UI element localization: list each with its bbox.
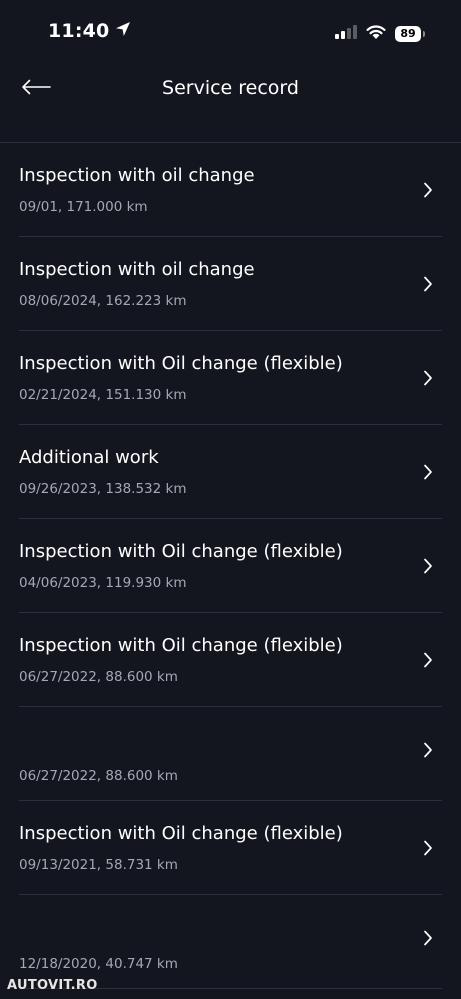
record-date-mileage: 06/27/2022, 88.600 km	[19, 768, 178, 784]
service-record-row[interactable]: Inspection with oil change 09/01, 171.00…	[0, 143, 461, 237]
chevron-right-icon	[423, 930, 433, 946]
chevron-right-icon	[423, 840, 433, 856]
record-date-mileage: 09/01, 171.000 km	[19, 199, 148, 215]
record-title: Inspection with Oil change (flexible)	[19, 541, 343, 562]
record-date-mileage: 09/13/2021, 58.731 km	[19, 857, 178, 873]
chevron-right-icon	[423, 558, 433, 574]
chevron-right-icon	[423, 276, 433, 292]
header: Service record	[0, 60, 461, 143]
record-title: Additional work	[19, 447, 159, 468]
page-title: Service record	[162, 77, 299, 99]
battery-icon: 89	[395, 25, 425, 42]
service-record-row[interactable]: 12/18/2020, 40.747 km	[0, 895, 461, 989]
service-record-row[interactable]: Inspection with oil change 08/06/2024, 1…	[0, 237, 461, 331]
location-arrow-icon	[115, 20, 131, 42]
chevron-right-icon	[423, 742, 433, 758]
service-record-row[interactable]: Inspection with Oil change (flexible) 06…	[0, 613, 461, 707]
status-time-group: 11:40	[48, 20, 131, 42]
service-record-row[interactable]: 06/27/2022, 88.600 km	[0, 707, 461, 801]
service-record-list: Inspection with oil change 09/01, 171.00…	[0, 143, 461, 989]
service-record-row[interactable]: Inspection with Oil change (flexible) 04…	[0, 519, 461, 613]
chevron-right-icon	[423, 464, 433, 480]
record-title: Inspection with oil change	[19, 259, 255, 280]
record-date-mileage: 12/18/2020, 40.747 km	[19, 956, 178, 972]
status-bar: 11:40 89	[0, 0, 461, 60]
chevron-right-icon	[423, 182, 433, 198]
record-date-mileage: 04/06/2023, 119.930 km	[19, 575, 187, 591]
record-date-mileage: 08/06/2024, 162.223 km	[19, 293, 187, 309]
chevron-right-icon	[423, 370, 433, 386]
service-record-row[interactable]: Inspection with Oil change (flexible) 02…	[0, 331, 461, 425]
record-title: Inspection with Oil change (flexible)	[19, 353, 343, 374]
record-date-mileage: 09/26/2023, 138.532 km	[19, 481, 187, 497]
watermark: AUTOVIT.RO	[7, 978, 98, 993]
chevron-right-icon	[423, 652, 433, 668]
record-date-mileage: 06/27/2022, 88.600 km	[19, 669, 178, 685]
record-title: Inspection with Oil change (flexible)	[19, 823, 343, 844]
service-record-row[interactable]: Inspection with Oil change (flexible) 09…	[0, 801, 461, 895]
record-date-mileage: 02/21/2024, 151.130 km	[19, 387, 187, 403]
cellular-signal-icon	[335, 24, 357, 43]
record-title: Inspection with oil change	[19, 165, 255, 186]
battery-level: 89	[400, 27, 416, 40]
service-record-row[interactable]: Additional work 09/26/2023, 138.532 km	[0, 425, 461, 519]
record-title: Inspection with Oil change (flexible)	[19, 635, 343, 656]
status-time: 11:40	[48, 20, 110, 42]
status-icons: 89	[335, 24, 425, 43]
wifi-icon	[366, 24, 386, 43]
